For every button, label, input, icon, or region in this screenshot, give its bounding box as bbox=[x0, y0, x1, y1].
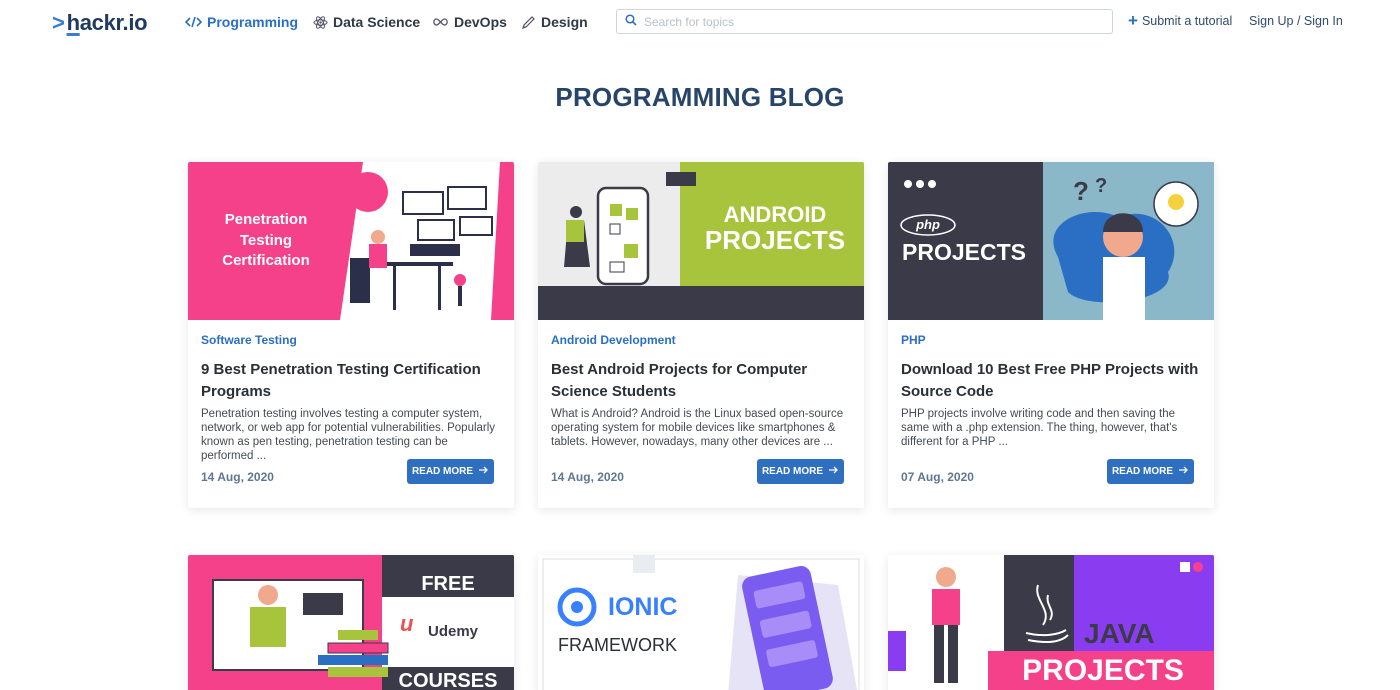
logo-text-h: h bbox=[66, 10, 80, 35]
atom-icon bbox=[313, 15, 328, 30]
nav-label: Design bbox=[541, 14, 588, 30]
code-icon bbox=[185, 16, 202, 28]
read-more-button[interactable]: READ MORE bbox=[407, 459, 494, 484]
nav-design[interactable]: Design bbox=[521, 14, 588, 30]
read-more-button[interactable]: READ MORE bbox=[757, 459, 844, 484]
thumb-caption-line2: PROJECTS bbox=[704, 225, 846, 255]
card-thumbnail[interactable]: ? ? php PROJECTS bbox=[888, 162, 1214, 320]
thumb-caption-line2: Udemy bbox=[428, 623, 479, 640]
logo-caret: > bbox=[52, 10, 65, 35]
php-badge: php bbox=[916, 217, 940, 232]
read-more-label: READ MORE bbox=[761, 466, 824, 477]
ionic-illustration bbox=[538, 555, 864, 690]
svg-text:?: ? bbox=[1073, 176, 1089, 206]
read-more-button[interactable]: READ MORE bbox=[1107, 459, 1194, 484]
signup-signin-link[interactable]: Sign Up / Sign In bbox=[1249, 14, 1343, 28]
card-thumbnail[interactable]: Penetration Testing Certification bbox=[188, 162, 514, 320]
card-date: 07 Aug, 2020 bbox=[901, 470, 974, 484]
arrow-right-icon bbox=[1179, 466, 1189, 477]
blog-card-udemy[interactable]: u FREE Udemy COURSES bbox=[188, 555, 514, 690]
svg-text:u: u bbox=[400, 611, 414, 636]
card-excerpt: What is Android? Android is the Linux ba… bbox=[551, 408, 844, 448]
nav-label: Data Science bbox=[333, 14, 421, 30]
nav-label: Programming bbox=[207, 14, 299, 30]
arrow-right-icon bbox=[479, 466, 489, 477]
blog-card-java[interactable]: JAVA PROJECTS bbox=[888, 555, 1214, 690]
thumb-caption: Penetration Testing Certification bbox=[222, 211, 310, 269]
nav-devops[interactable]: DevOps bbox=[432, 14, 507, 30]
thumb-caption-line1: IONIC bbox=[608, 593, 678, 621]
search-input[interactable] bbox=[644, 14, 1094, 29]
blog-card-pentest[interactable]: Penetration Testing Certification Softwa… bbox=[188, 162, 514, 508]
nav-data-science[interactable]: Data Science bbox=[313, 14, 420, 30]
card-thumbnail[interactable]: ANDROID PROJECTS bbox=[538, 162, 864, 320]
read-more-label: READ MORE bbox=[411, 466, 474, 477]
thumb-caption-line1: FREE bbox=[421, 573, 475, 595]
nav-programming[interactable]: Programming bbox=[185, 14, 298, 30]
read-more-label: READ MORE bbox=[1111, 466, 1174, 477]
hackr-logo[interactable]: >hackr.io bbox=[52, 10, 148, 36]
blog-card-android[interactable]: ANDROID PROJECTS Android Development Bes… bbox=[538, 162, 864, 508]
card-title[interactable]: Download 10 Best Free PHP Projects with … bbox=[901, 359, 1201, 403]
card-thumbnail[interactable]: JAVA PROJECTS bbox=[888, 555, 1214, 690]
card-excerpt: Penetration testing involves testing a c… bbox=[201, 408, 496, 462]
card-thumbnail[interactable]: u FREE Udemy COURSES bbox=[188, 555, 514, 690]
arrow-right-icon bbox=[829, 466, 839, 477]
top-navbar: >hackr.io Programming Data Science DevOp… bbox=[0, 0, 1400, 46]
card-excerpt: PHP projects involve writing code and th… bbox=[901, 408, 1178, 448]
search-icon bbox=[625, 13, 637, 31]
page-title: PROGRAMMING BLOG bbox=[555, 82, 845, 112]
infinity-icon bbox=[432, 17, 449, 27]
card-category[interactable]: Software Testing bbox=[201, 333, 501, 347]
blog-card-php[interactable]: ? ? php PROJECTS PHP Download 10 Best Fr… bbox=[888, 162, 1214, 508]
card-category[interactable]: Android Development bbox=[551, 333, 851, 347]
card-thumbnail[interactable]: IONIC FRAMEWORK bbox=[538, 555, 864, 690]
submit-label: Submit a tutorial bbox=[1141, 14, 1233, 28]
thumb-caption-line3: COURSES bbox=[398, 670, 498, 690]
pen-icon bbox=[521, 15, 536, 30]
card-category[interactable]: PHP bbox=[901, 333, 1201, 347]
thumb-caption-line1: JAVA bbox=[1084, 618, 1155, 649]
logo-text-rest: ackr.io bbox=[79, 10, 148, 35]
plus-icon: + bbox=[1128, 11, 1138, 30]
thumb-caption: PROJECTS bbox=[902, 239, 1026, 265]
card-body: Android Development Best Android Project… bbox=[538, 320, 864, 508]
card-date: 14 Aug, 2020 bbox=[201, 470, 274, 484]
card-date: 14 Aug, 2020 bbox=[551, 470, 624, 484]
blog-card-ionic[interactable]: IONIC FRAMEWORK bbox=[538, 555, 864, 690]
card-body: PHP Download 10 Best Free PHP Projects w… bbox=[888, 320, 1214, 508]
search-bar[interactable] bbox=[616, 9, 1113, 34]
card-title[interactable]: 9 Best Penetration Testing Certification… bbox=[201, 359, 501, 403]
thumb-caption-line2: PROJECTS bbox=[1022, 654, 1184, 687]
nav-label: DevOps bbox=[454, 14, 507, 30]
thumb-caption-line2: FRAMEWORK bbox=[558, 635, 677, 655]
card-body: Software Testing 9 Best Penetration Test… bbox=[188, 320, 514, 508]
svg-text:?: ? bbox=[1095, 175, 1107, 197]
card-title[interactable]: Best Android Projects for Computer Scien… bbox=[551, 359, 851, 403]
submit-tutorial-link[interactable]: + Submit a tutorial bbox=[1128, 11, 1233, 30]
